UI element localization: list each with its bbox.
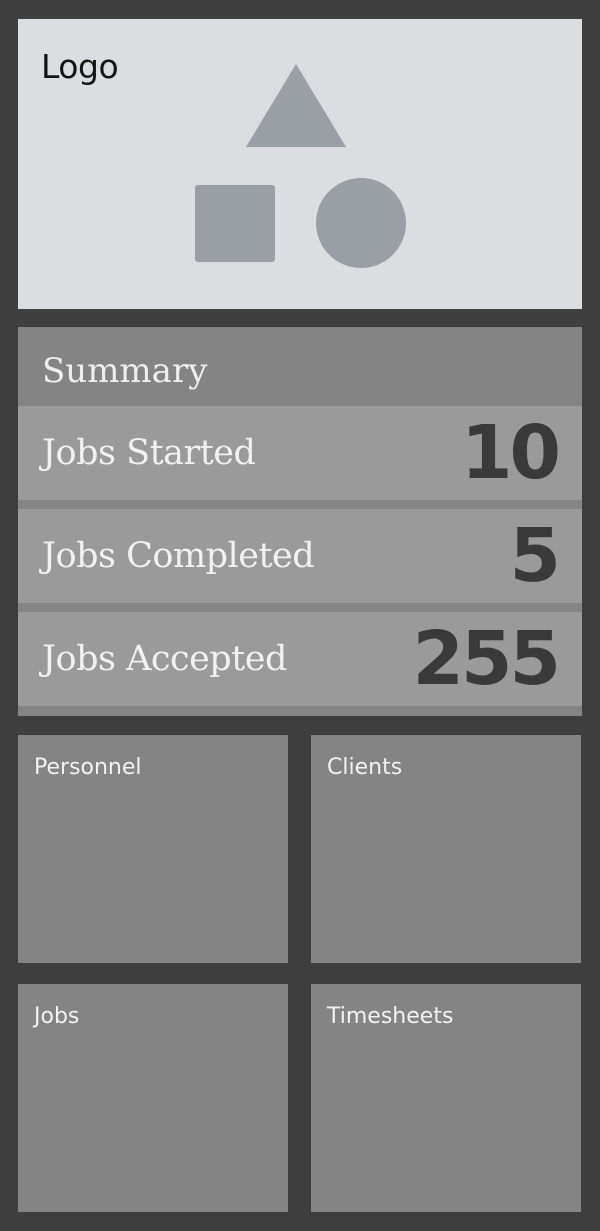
- personnel-tile[interactable]: Personnel: [18, 735, 288, 963]
- stat-label: Jobs Completed: [42, 536, 315, 576]
- stat-label: Jobs Accepted: [42, 639, 287, 679]
- dashboard: Logo Summary Jobs Started 10 Jobs Comple…: [0, 0, 600, 1231]
- tile-label: Jobs: [34, 1004, 80, 1029]
- summary-title: Summary: [42, 351, 208, 391]
- stat-label: Jobs Started: [42, 433, 256, 473]
- stat-row-jobs-accepted[interactable]: Jobs Accepted 255: [18, 612, 582, 706]
- summary-panel: Summary Jobs Started 10 Jobs Completed 5…: [18, 327, 582, 716]
- stat-row-jobs-completed[interactable]: Jobs Completed 5: [18, 509, 582, 603]
- logo-panel: Logo: [18, 19, 582, 309]
- square-shape: [195, 185, 275, 262]
- stat-value: 5: [509, 513, 561, 599]
- circle-shape: [316, 178, 406, 268]
- tile-label: Clients: [327, 755, 403, 780]
- stat-value: 255: [412, 616, 561, 702]
- stat-value: 10: [461, 410, 561, 496]
- summary-header: Summary: [18, 327, 582, 406]
- clients-tile[interactable]: Clients: [311, 735, 581, 963]
- stat-row-jobs-started[interactable]: Jobs Started 10: [18, 406, 582, 500]
- logo-placeholder-image: [195, 64, 406, 268]
- tile-label: Personnel: [34, 755, 142, 780]
- jobs-tile[interactable]: Jobs: [18, 984, 288, 1212]
- triangle-shape: [246, 64, 346, 147]
- tile-label: Timesheets: [327, 1004, 454, 1029]
- timesheets-tile[interactable]: Timesheets: [311, 984, 581, 1212]
